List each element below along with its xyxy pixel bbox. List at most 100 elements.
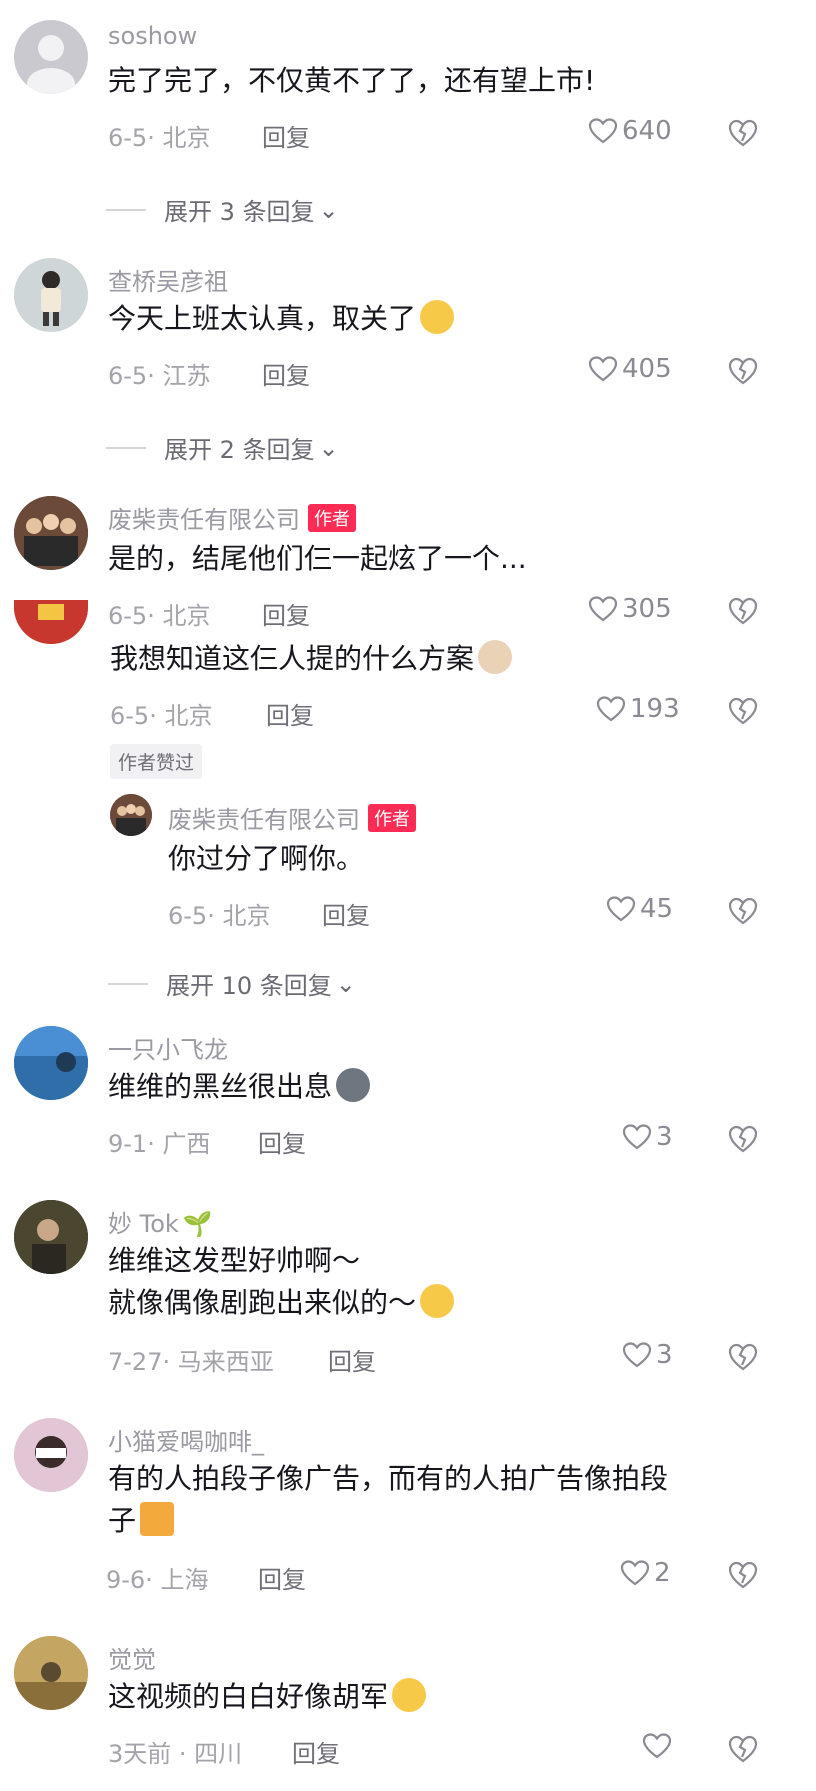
reply-button[interactable]: 回复 [328, 1342, 376, 1377]
comment-username[interactable]: 查桥吴彦祖 [108, 262, 228, 297]
comment-username[interactable]: 一只小飞龙 [108, 1030, 228, 1065]
like-count: 405 [622, 354, 672, 384]
reply-username[interactable]: 废柴责任有限公司 作者 [168, 800, 416, 835]
shocked-dog-emoji-icon [478, 640, 513, 674]
dislike-icon[interactable] [728, 696, 758, 726]
comment-username[interactable]: 废柴责任有限公司 作者 [108, 500, 356, 535]
avatar[interactable] [14, 1418, 88, 1492]
cat-emoji-icon [140, 1502, 175, 1536]
comment-username[interactable]: 小猫爱喝咖啡_ [108, 1422, 264, 1457]
comment-username[interactable]: 觉觉 [108, 1640, 156, 1675]
dislike-icon[interactable] [728, 118, 758, 148]
like-button[interactable]: 640 [588, 116, 672, 146]
group-photo-icon [110, 794, 152, 836]
comment-text: 维维这发型好帅啊～ 就像偶像剧跑出来似的～ [108, 1240, 455, 1324]
avatar[interactable] [14, 1636, 88, 1710]
comment-meta: 6-5· 北京 [108, 124, 211, 152]
laughing-crying-emoji-icon [392, 1678, 427, 1712]
heart-icon [588, 596, 618, 622]
comment-meta: 6-5· 江苏 [108, 362, 211, 390]
expand-replies-button[interactable]: 展开 3 条回复 ⌄ [106, 192, 339, 227]
comment-text: 我想知道这仨人提的什么方案 [110, 638, 513, 680]
author-liked-tag: 作者赞过 [110, 744, 203, 779]
like-count: 3 [656, 1340, 673, 1370]
dislike-icon[interactable] [728, 896, 758, 926]
like-count: 45 [640, 894, 674, 924]
comment-username[interactable]: 妙 Tok 🌱 [108, 1204, 213, 1239]
dislike-icon[interactable] [728, 596, 758, 626]
reply-meta: 6-5· 北京 [168, 902, 271, 930]
avatar[interactable] [14, 258, 88, 332]
person-photo-icon [14, 258, 88, 332]
comment-text: 这视频的白白好像胡军 [108, 1676, 427, 1718]
reply-button[interactable]: 回复 [262, 356, 310, 391]
reply-button[interactable]: 回复 [258, 1560, 306, 1595]
landscape-photo-icon [14, 1026, 88, 1100]
comment-text: 有的人拍段子像广告，而有的人拍广告像拍段 子 [108, 1458, 668, 1542]
reply-text: 你过分了啊你。 [168, 842, 365, 875]
like-button[interactable]: 45 [606, 894, 673, 924]
comment-text: 完了完了，不仅黄不了了，还有望上市! [108, 64, 596, 97]
like-button[interactable] [642, 1732, 676, 1760]
person-photo-icon [14, 1200, 88, 1274]
heart-icon [588, 118, 618, 144]
chevron-down-icon: ⌄ [318, 433, 339, 462]
divider [108, 982, 148, 985]
like-button[interactable]: 2 [620, 1558, 671, 1588]
like-button[interactable]: 405 [588, 354, 672, 384]
comment-text-line: 有的人拍段子像广告，而有的人拍广告像拍段 [108, 1462, 669, 1495]
avatar[interactable] [14, 600, 88, 644]
like-count: 193 [630, 694, 680, 724]
like-button[interactable]: 3 [622, 1122, 673, 1152]
heart-icon [622, 1342, 652, 1368]
reply-button[interactable]: 回复 [292, 1734, 340, 1769]
avatar[interactable] [14, 1026, 88, 1100]
comment-username[interactable]: soshow [108, 22, 197, 50]
person-photo-icon [14, 1418, 88, 1492]
heart-icon [642, 1733, 672, 1759]
comment-meta: 3天前 · 四川 [108, 1740, 243, 1768]
reply-button[interactable]: 回复 [258, 1124, 306, 1159]
comment-meta: 9-1· 广西 [108, 1130, 211, 1158]
like-button[interactable]: 193 [596, 694, 680, 724]
expand-replies-button[interactable]: 展开 2 条回复 ⌄ [106, 430, 339, 465]
expand-label: 展开 10 条回复 [166, 972, 332, 1000]
chevron-down-icon: ⌄ [335, 969, 356, 998]
comment-text: 维维的黑丝很出息 [108, 1066, 371, 1108]
pleading-emoji-icon [420, 300, 455, 334]
sprout-icon: 🌱 [182, 1210, 213, 1238]
like-button[interactable]: 305 [588, 594, 672, 624]
author-badge: 作者 [308, 504, 356, 532]
chevron-down-icon: ⌄ [318, 195, 339, 224]
comment-text-line: 就像偶像剧跑出来似的～ [108, 1282, 455, 1324]
expand-replies-button[interactable]: 展开 10 条回复 ⌄ [108, 966, 356, 1001]
like-count: 305 [622, 594, 672, 624]
heart-icon [620, 1560, 650, 1586]
group-photo-icon [14, 496, 88, 570]
dislike-icon[interactable] [728, 1124, 758, 1154]
default-avatar-icon [27, 35, 75, 94]
reply-button[interactable]: 回复 [262, 118, 310, 153]
reply-button[interactable]: 回复 [266, 696, 314, 731]
festive-avatar-icon [14, 600, 88, 644]
dislike-icon[interactable] [728, 1734, 758, 1764]
avatar[interactable] [14, 20, 88, 94]
dislike-icon[interactable] [728, 356, 758, 386]
divider [106, 446, 146, 449]
avatar[interactable] [14, 496, 88, 570]
like-button[interactable]: 3 [622, 1340, 673, 1370]
reply-button[interactable]: 回复 [322, 896, 370, 931]
dislike-icon[interactable] [728, 1560, 758, 1590]
comment-text-line: 子 [108, 1500, 668, 1542]
heart-icon [596, 696, 626, 722]
person-photo-icon [14, 1636, 88, 1710]
comment-meta: 6-5· 北京 [108, 602, 211, 630]
like-count: 2 [654, 1558, 671, 1588]
dislike-icon[interactable] [728, 1342, 758, 1372]
reply-button[interactable]: 回复 [262, 596, 310, 631]
comment-text: 今天上班太认真，取关了 [108, 298, 455, 340]
avatar[interactable] [14, 1200, 88, 1274]
husky-emoji-icon [336, 1068, 371, 1102]
reply-avatar[interactable] [110, 794, 152, 836]
like-count: 3 [656, 1122, 673, 1152]
